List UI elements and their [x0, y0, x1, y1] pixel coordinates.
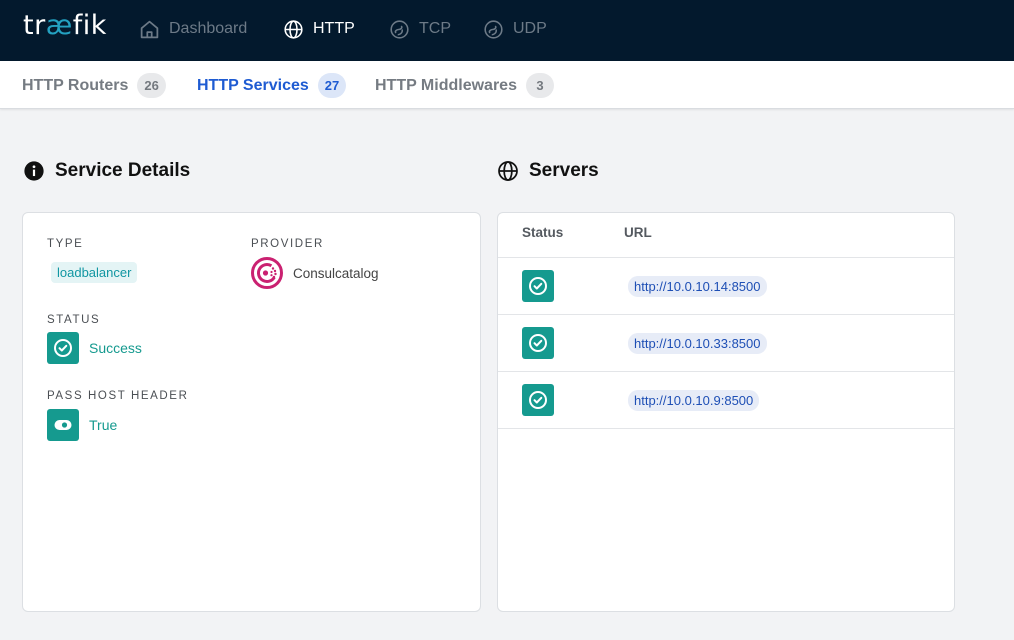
provider-value: Consulcatalog [251, 257, 379, 289]
sub-navbar: HTTP Routers 26 HTTP Services 27 HTTP Mi… [0, 61, 1014, 109]
pass-host-header-label: PASS HOST HEADER [47, 390, 189, 402]
check-circle-icon [54, 339, 72, 357]
tab-http-middlewares[interactable]: HTTP Middlewares 3 [375, 73, 554, 98]
status-value: Success [47, 332, 142, 364]
nav-dashboard-label: Dashboard [169, 20, 248, 37]
tab-http-routers-count: 26 [137, 73, 166, 98]
traefik-logo[interactable]: træfik [23, 10, 107, 41]
servers-title: Servers [529, 160, 599, 181]
tab-http-services-count: 27 [317, 73, 347, 98]
info-icon [24, 161, 44, 181]
tcp-icon [390, 19, 409, 39]
nav-http[interactable]: HTTP [283, 17, 355, 41]
servers-table-header: Status URL [498, 213, 954, 258]
server-url: http://10.0.10.9:8500 [628, 390, 760, 411]
service-details-card: TYPE loadbalancer PROVIDER Consulcatalog… [22, 212, 481, 612]
nav-tcp-label: TCP [419, 20, 451, 37]
status-text: Success [89, 340, 142, 356]
tab-http-middlewares-label: HTTP Middlewares [375, 76, 517, 94]
service-details-title: Service Details [55, 160, 191, 181]
server-row[interactable]: http://10.0.10.33:8500 [498, 315, 954, 372]
server-status-badge [522, 270, 554, 302]
nav-dashboard[interactable]: Dashboard [139, 17, 247, 41]
pass-host-header-text: True [89, 417, 118, 433]
nav-tcp[interactable]: TCP [389, 17, 451, 41]
server-row[interactable]: http://10.0.10.9:8500 [498, 372, 954, 429]
globe-icon [498, 161, 518, 181]
nav-udp-label: UDP [513, 20, 547, 37]
nav-http-label: HTTP [313, 20, 355, 37]
top-navbar: træfik Dashboard HTTP TCP UDP [0, 0, 1014, 61]
servers-heading: Servers [497, 160, 599, 182]
toggle-on-icon [54, 420, 72, 430]
provider-label: PROVIDER [251, 238, 324, 250]
globe-icon [284, 19, 303, 39]
check-circle-icon [529, 277, 547, 295]
col-url-header[interactable]: URL [624, 225, 652, 240]
tab-http-routers[interactable]: HTTP Routers 26 [22, 73, 166, 98]
service-details-heading: Service Details [23, 160, 190, 182]
consul-logo-icon [251, 257, 283, 289]
server-url: http://10.0.10.14:8500 [628, 276, 767, 297]
col-status-header[interactable]: Status [522, 225, 563, 240]
check-circle-icon [529, 334, 547, 352]
toggle-on-badge [47, 409, 79, 441]
home-icon [140, 20, 159, 38]
type-value-chip: loadbalancer [51, 262, 138, 283]
nav-udp[interactable]: UDP [483, 17, 547, 41]
udp-icon [484, 19, 503, 39]
type-label: TYPE [47, 238, 84, 250]
tab-http-services[interactable]: HTTP Services 27 [197, 73, 347, 98]
success-badge [47, 332, 79, 364]
tab-http-middlewares-count: 3 [525, 73, 554, 98]
servers-card: Status URL http://10.0.10.14:8500 http:/… [497, 212, 955, 612]
tab-http-services-label: HTTP Services [197, 76, 309, 94]
server-status-badge [522, 327, 554, 359]
server-row[interactable]: http://10.0.10.14:8500 [498, 258, 954, 315]
server-status-badge [522, 384, 554, 416]
check-circle-icon [529, 391, 547, 409]
pass-host-header-value: True [47, 409, 117, 441]
server-url: http://10.0.10.33:8500 [628, 333, 767, 354]
tab-http-routers-label: HTTP Routers [22, 76, 129, 94]
provider-name: Consulcatalog [293, 265, 379, 281]
status-label: STATUS [47, 314, 101, 326]
